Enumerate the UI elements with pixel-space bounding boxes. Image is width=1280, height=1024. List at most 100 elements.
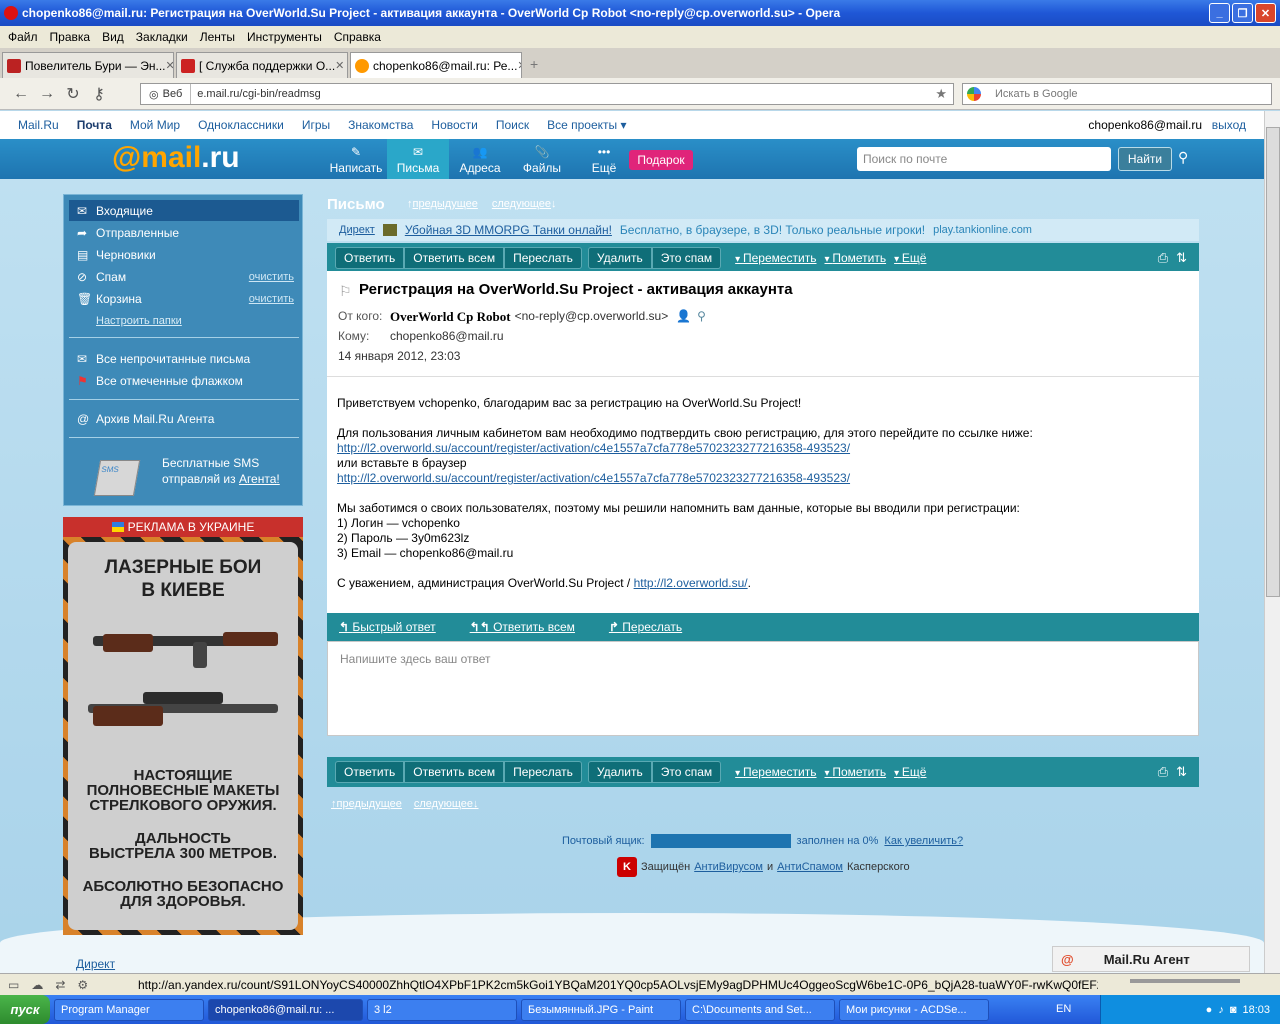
volume-icon[interactable]: ♪ [1218,1004,1224,1016]
reply-button[interactable]: Ответить [335,247,405,269]
back-icon[interactable]: ← [8,85,34,103]
clear-spam-link[interactable]: очистить [249,271,294,283]
free-sms-promo[interactable]: SMS Бесплатные SMS отправляй из Агента! [69,450,299,500]
portal-link-all-projects[interactable]: Все проекты ▾ [547,118,626,132]
activation-link-2[interactable]: http://l2.overworld.su/account/register/… [337,471,1033,486]
folder-inbox[interactable]: ✉ Входящие [69,200,299,221]
promo-url[interactable]: play.tankionline.com [933,224,1032,236]
next-letter-link[interactable]: следующее↓ [492,198,557,210]
tab-1[interactable]: Повелитель Бури — Эн... ✕ [2,52,174,78]
forward-button[interactable]: Переслать [504,247,582,269]
portal-link-search[interactable]: Поиск [496,118,529,132]
new-tab-icon[interactable]: + [530,56,538,72]
promo-direct-link[interactable]: Директ [339,224,375,236]
portal-link-games[interactable]: Игры [302,118,330,132]
close-tab-icon[interactable]: ✕ [517,59,521,72]
folder-spam[interactable]: ⊘ Спам очистить [69,266,299,287]
reload-icon[interactable]: ↻ [60,84,86,104]
tab-2[interactable]: [ Служба поддержки О... ✕ [176,52,348,78]
advanced-search-icon[interactable]: ⚲ [1178,149,1188,166]
mail-search-input[interactable]: Поиск по почте [857,147,1111,171]
flag-icon[interactable]: ⚐ [339,283,352,300]
prev-letter-link[interactable]: ↑предыдущее [407,198,478,210]
activation-link[interactable]: http://l2.overworld.su/account/register/… [337,441,1033,456]
reply-all-button[interactable]: Ответить всем [404,761,505,783]
task-paint[interactable]: Безымянный.JPG - Paint [521,998,681,1021]
print-icon[interactable]: ⎙ [1158,764,1168,780]
maximize-button[interactable]: ❐ [1232,3,1253,23]
opera-tray-icon[interactable]: ● [1206,1004,1213,1016]
zoom-slider[interactable] [1130,979,1240,983]
quick-reply-all-link[interactable]: ↰↰ Ответить всем [470,620,575,634]
site-link[interactable]: http://l2.overworld.su/ [634,576,748,590]
mailru-logo[interactable]: @mail.ru [112,141,240,175]
folder-trash[interactable]: 🗑 Корзина очистить [69,288,299,309]
portal-link-odnoklassniki[interactable]: Одноклассники [198,118,284,132]
close-tab-icon[interactable]: ✕ [335,59,344,72]
more-dropdown[interactable]: Ещё [894,251,927,265]
translate-icon[interactable]: ⇅ [1176,250,1187,266]
portal-link-mail[interactable]: Почта [77,118,112,132]
move-dropdown[interactable]: Переместить [735,765,817,779]
portal-link-mailru[interactable]: Mail.Ru [18,118,59,132]
nav-compose[interactable]: ✎ Написать [325,139,387,179]
antivirus-link[interactable]: АнтиВирусом [694,861,763,873]
all-unread-link[interactable]: ✉ Все непрочитанные письма [69,348,299,369]
spam-button[interactable]: Это спам [651,761,722,783]
direct-link[interactable]: Директ [76,957,115,971]
network-icon[interactable]: ◙ [1230,1004,1237,1016]
nav-more[interactable]: ••• Ещё [573,139,635,179]
prev-letter-link[interactable]: ↑предыдущее [331,798,402,810]
language-indicator[interactable]: EN [1056,1003,1071,1015]
quick-reply-link[interactable]: ↰ Быстрый ответ [339,620,436,634]
agent-archive-link[interactable]: @ Архив Mail.Ru Агента [69,408,299,429]
sender-name[interactable]: OverWorld Cp Robot [390,309,511,325]
more-dropdown[interactable]: Ещё [894,765,927,779]
logout-link[interactable]: выход [1212,118,1246,132]
agent-link[interactable]: Агента! [239,472,280,486]
task-explorer[interactable]: C:\Documents and Set... [685,998,835,1021]
nav-files[interactable]: 📎 Файлы [511,139,573,179]
find-button[interactable]: Найти [1118,147,1172,171]
quick-forward-link[interactable]: ↱ Переслать [609,620,682,634]
portal-link-news[interactable]: Новости [431,118,477,132]
add-contact-icon[interactable]: 👤 [676,309,691,325]
url-field[interactable]: ◎ Веб e.mail.ru/cgi-bin/readmsg ★ [140,83,954,105]
portal-link-dating[interactable]: Знакомства [348,118,413,132]
nav-letters[interactable]: ✉ Письма [387,139,449,179]
nav-contacts[interactable]: 👥 Адреса [449,139,511,179]
mark-dropdown[interactable]: Пометить [825,251,886,265]
forward-button[interactable]: Переслать [504,761,582,783]
tab-3[interactable]: chopenko86@mail.ru: Ре... ✕ [350,52,522,78]
menu-file[interactable]: Файл [2,30,44,44]
laser-tag-ad[interactable]: ЛАЗЕРНЫЕ БОИ В КИЕВЕ НАСТОЯЩИЕ ПОЛНОВЕСНЫ… [63,537,303,935]
cloud-icon[interactable]: ☁ [31,978,43,992]
clear-trash-link[interactable]: очистить [249,293,294,305]
folder-drafts[interactable]: ▤ Черновики [69,244,299,265]
menu-view[interactable]: Вид [96,30,130,44]
all-flagged-link[interactable]: ⚑ Все отмеченные флажком [69,370,299,391]
menu-tools[interactable]: Инструменты [241,30,328,44]
move-dropdown[interactable]: Переместить [735,251,817,265]
increase-quota-link[interactable]: Как увеличить? [884,835,963,847]
vertical-scrollbar[interactable] [1264,111,1280,973]
panel-icon[interactable]: ▭ [8,978,19,992]
translate-icon[interactable]: ⇅ [1176,764,1187,780]
key-icon[interactable]: ⚷ [86,84,112,104]
print-icon[interactable]: ⎙ [1158,250,1168,266]
bookmark-star-icon[interactable]: ★ [935,86,947,102]
turbo-icon[interactable]: ⚙ [77,978,88,992]
portal-link-myworld[interactable]: Мой Мир [130,118,180,132]
task-program-manager[interactable]: Program Manager [54,998,204,1021]
google-search-input[interactable]: Искать в Google [962,83,1272,105]
scroll-thumb[interactable] [1266,127,1280,597]
task-opera[interactable]: chopenko86@mail.ru: ... [208,998,363,1021]
mark-dropdown[interactable]: Пометить [825,765,886,779]
gift-button[interactable]: Подарок [629,150,693,170]
delete-button[interactable]: Удалить [587,761,652,783]
folder-sent[interactable]: ➦ Отправленные [69,222,299,243]
antispam-link[interactable]: АнтиСпамом [777,861,843,873]
menu-bookmarks[interactable]: Закладки [130,30,194,44]
close-tab-icon[interactable]: ✕ [166,59,173,72]
reply-all-button[interactable]: Ответить всем [404,247,505,269]
